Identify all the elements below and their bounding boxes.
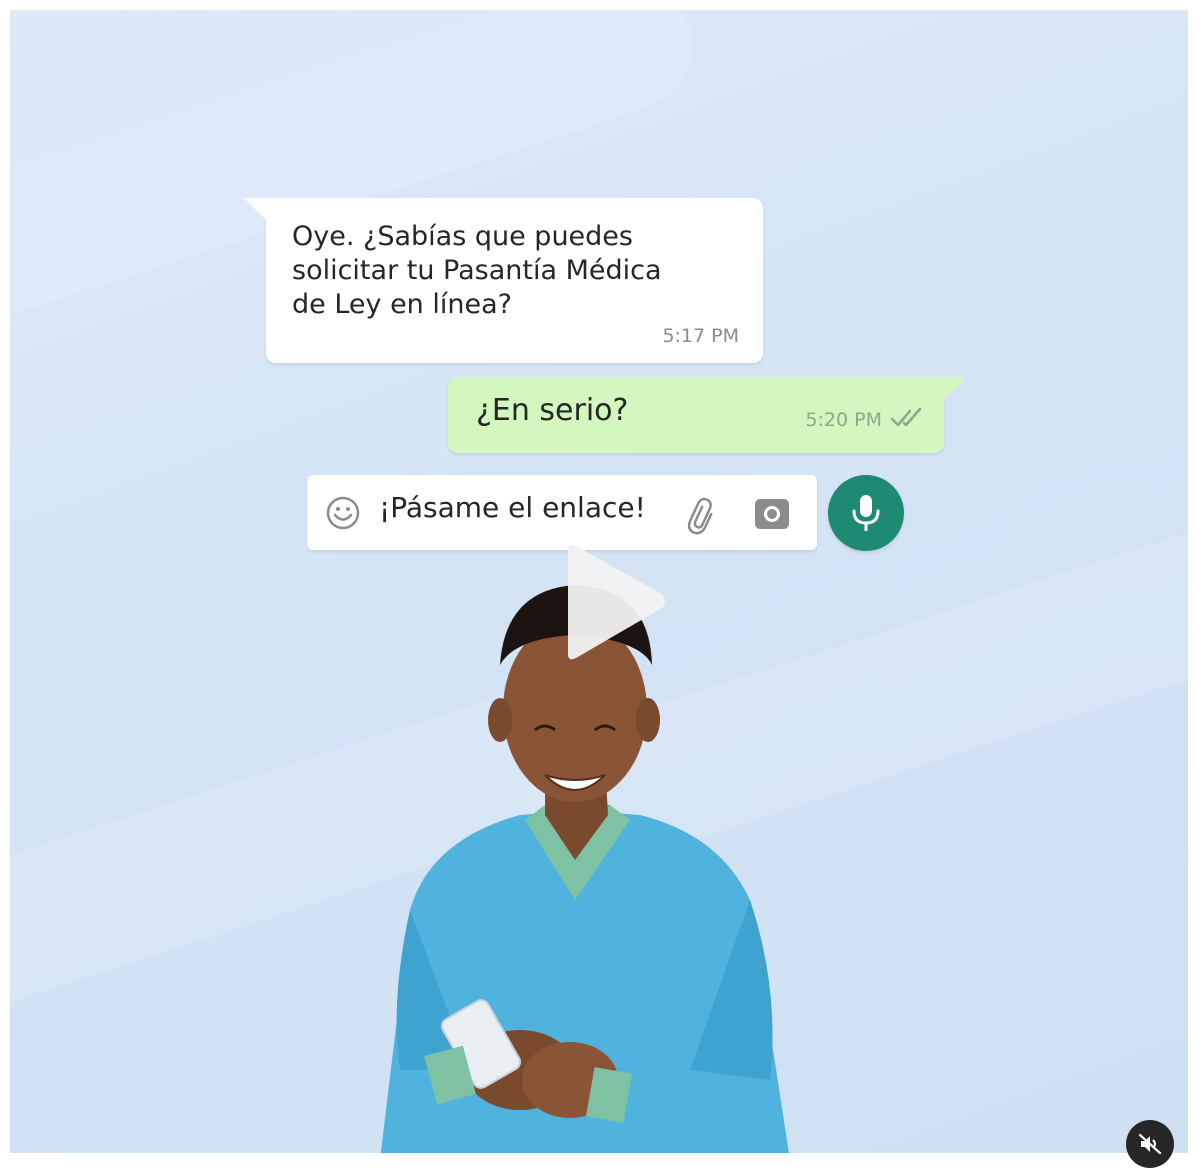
incoming-message-time: 5:17 PM [662,325,739,347]
message-composer[interactable]: ¡Pásame el enlace! [307,475,817,550]
emoji-icon[interactable] [325,495,361,531]
muted-speaker-icon [1138,1133,1162,1155]
outgoing-message-text: ¿En serio? [476,393,629,428]
composer-input-text[interactable]: ¡Pásame el enlace! [379,491,646,524]
outgoing-message-bubble: ¿En serio? 5:20 PM [448,377,966,453]
outgoing-message-time: 5:20 PM [805,409,882,431]
play-icon[interactable] [558,542,668,662]
mute-button[interactable] [1126,1120,1174,1168]
microphone-icon [852,495,880,531]
camera-icon[interactable] [753,495,791,531]
double-check-icon [890,407,922,427]
paperclip-icon[interactable] [683,495,723,535]
incoming-message-bubble: Oye. ¿Sabías que puedes solicitar tu Pas… [244,198,763,363]
incoming-message-text: Oye. ¿Sabías que puedes solicitar tu Pas… [292,221,662,320]
video-frame[interactable]: Oye. ¿Sabías que puedes solicitar tu Pas… [10,10,1188,1153]
microphone-button[interactable] [828,475,904,551]
